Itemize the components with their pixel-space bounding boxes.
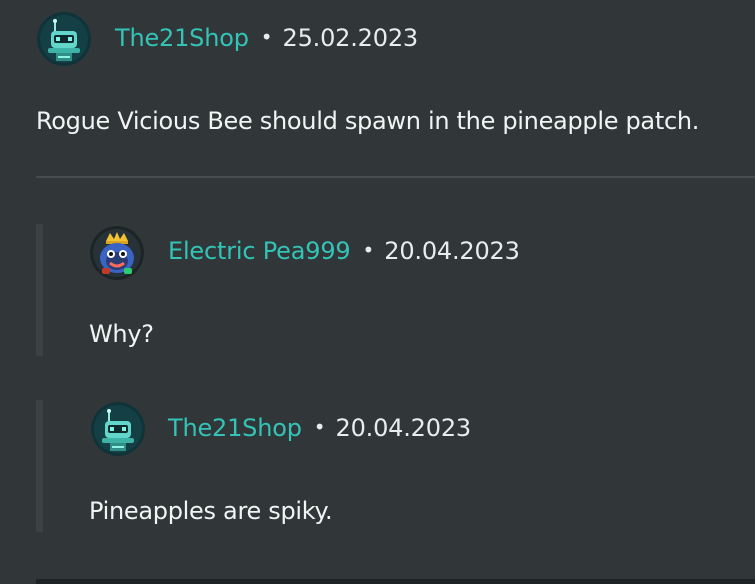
robot-avatar-icon	[37, 12, 91, 66]
username-link[interactable]: The21Shop	[115, 24, 249, 52]
comment-date[interactable]: 20.04.2023	[384, 237, 520, 265]
comment-body: Rogue Vicious Bee should spawn in the pi…	[36, 107, 700, 135]
username-link[interactable]: The21Shop	[168, 414, 302, 442]
avatar[interactable]	[90, 226, 144, 280]
comment-header: The21Shop • 20.04.2023	[168, 408, 471, 448]
divider	[36, 176, 755, 178]
comment-thread: The21Shop • 25.02.2023 Rogue Vicious Bee…	[0, 0, 755, 584]
robot-avatar-icon	[91, 402, 145, 456]
next-comment-edge	[36, 579, 755, 584]
comment-header: The21Shop • 25.02.2023	[115, 18, 418, 58]
comment-body: Pineapples are spiky.	[89, 497, 333, 525]
separator-dot: •	[362, 238, 375, 262]
crowned-character-avatar-icon	[90, 226, 144, 280]
avatar[interactable]	[37, 12, 91, 66]
comment-date[interactable]: 25.02.2023	[283, 24, 419, 52]
comment-body: Why?	[89, 320, 154, 348]
reply-indent-bar	[36, 224, 43, 356]
separator-dot: •	[313, 415, 326, 439]
avatar[interactable]	[91, 402, 145, 456]
comment-header: Electric Pea999 • 20.04.2023	[168, 231, 520, 271]
comment-date[interactable]: 20.04.2023	[336, 414, 472, 442]
username-link[interactable]: Electric Pea999	[168, 237, 351, 265]
reply-indent-bar	[36, 400, 43, 532]
separator-dot: •	[260, 25, 273, 49]
